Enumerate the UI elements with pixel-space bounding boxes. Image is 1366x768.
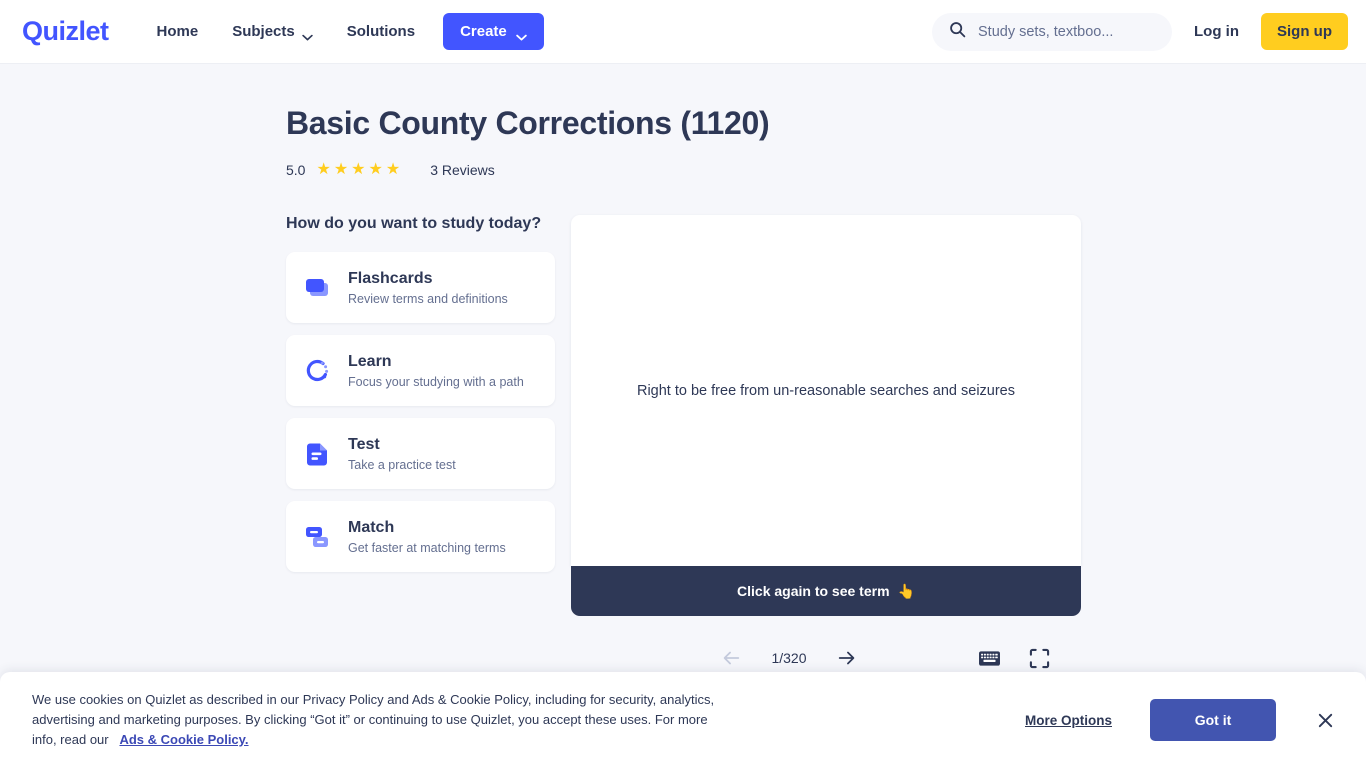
header-actions: Study sets, textboo... Log in Sign up: [932, 12, 1348, 51]
nav-item-solutions[interactable]: Solutions: [333, 14, 429, 49]
login-button[interactable]: Log in: [1194, 23, 1239, 40]
flip-hint-label: Click again to see term: [737, 583, 890, 600]
nav-item-label: Subjects: [232, 23, 295, 40]
fullscreen-icon[interactable]: [1027, 646, 1051, 670]
cookie-banner: We use cookies on Quizlet as described i…: [0, 672, 1366, 768]
create-button-label: Create: [460, 23, 507, 40]
study-modes-column: How do you want to study today? Flashcar…: [286, 215, 555, 676]
study-mode-text: Test Take a practice test: [348, 435, 456, 472]
search-input[interactable]: Study sets, textboo...: [932, 12, 1172, 51]
ads-cookie-policy-link[interactable]: Ads & Cookie Policy.: [119, 732, 248, 747]
set-content: Basic County Corrections (1120) 5.0 ★ ★ …: [0, 64, 1366, 676]
study-mode-title: Match: [348, 519, 395, 537]
got-it-button[interactable]: Got it: [1150, 699, 1276, 741]
star-icon: ★: [385, 161, 401, 179]
next-card-button[interactable]: [832, 643, 862, 673]
nav-item-label: Home: [156, 23, 199, 40]
keyboard-icon[interactable]: [977, 646, 1001, 670]
signup-button[interactable]: Sign up: [1261, 13, 1348, 50]
flashcard-pagination: 1/320: [716, 643, 862, 673]
pointing-up-icon: 👆: [897, 582, 915, 599]
close-icon[interactable]: [1314, 709, 1336, 731]
study-mode-subtitle: Get faster at matching terms: [348, 541, 506, 556]
flashcard-tools: [977, 646, 1051, 670]
study-mode-learn[interactable]: Learn Focus your studying with a path: [286, 335, 555, 407]
study-mode-flashcards[interactable]: Flashcards Review terms and definitions: [286, 252, 555, 324]
star-icon: ★: [351, 161, 366, 179]
reviews-link[interactable]: 3 Reviews: [430, 162, 495, 178]
quizlet-logo[interactable]: Quizlet: [22, 16, 109, 47]
cookie-banner-actions: More Options Got it: [1025, 699, 1336, 741]
cookie-banner-text: We use cookies on Quizlet as described i…: [32, 690, 732, 750]
nav-item-subjects[interactable]: Subjects: [218, 14, 327, 49]
study-mode-text: Match Get faster at matching terms: [348, 518, 506, 555]
star-icon: ★: [333, 161, 349, 179]
nav-item-home[interactable]: Home: [143, 14, 213, 49]
flashcard-column: Right to be free from un-reasonable sear…: [571, 215, 1081, 676]
study-mode-title: Test: [348, 436, 380, 454]
flashcard-flip-hint[interactable]: Click again to see term 👆: [571, 566, 1081, 617]
study-mode-test[interactable]: Test Take a practice test: [286, 418, 555, 490]
site-header: Quizlet Home Subjects Solutions Create S…: [0, 0, 1366, 64]
rating-row: 5.0 ★ ★ ★ ★ ★ 3 Reviews: [286, 162, 1366, 179]
star-icon: ★: [368, 161, 383, 179]
study-mode-text: Learn Focus your studying with a path: [348, 352, 524, 389]
search-placeholder: Study sets, textboo...: [978, 23, 1114, 40]
card-counter: 1/320: [771, 650, 807, 667]
flashcard-controls: 1/320: [571, 640, 1081, 676]
star-rating: ★ ★ ★ ★ ★: [316, 162, 400, 178]
study-mode-title: Learn: [348, 353, 392, 371]
flashcard[interactable]: Right to be free from un-reasonable sear…: [571, 215, 1081, 567]
chevron-down-icon: [516, 28, 527, 41]
search-icon: [949, 21, 966, 43]
page-title: Basic County Corrections (1120): [286, 105, 770, 141]
main-nav: Home Subjects Solutions Create: [143, 13, 544, 50]
study-heading: How do you want to study today?: [286, 215, 542, 233]
create-button[interactable]: Create: [443, 13, 544, 50]
flashcard-text: Right to be free from un-reasonable sear…: [636, 382, 1015, 399]
flashcards-icon: [302, 273, 332, 303]
study-mode-subtitle: Review terms and definitions: [348, 292, 508, 307]
nav-item-label: Solutions: [346, 23, 416, 40]
study-mode-text: Flashcards Review terms and definitions: [348, 269, 508, 306]
page-body: Basic County Corrections (1120) 5.0 ★ ★ …: [0, 64, 1366, 768]
prev-card-button[interactable]: [716, 643, 746, 673]
study-mode-subtitle: Focus your studying with a path: [348, 375, 524, 390]
study-area: How do you want to study today? Flashcar…: [286, 215, 1366, 676]
rating-value: 5.0: [286, 162, 306, 179]
study-mode-subtitle: Take a practice test: [348, 458, 456, 473]
test-icon: [302, 439, 332, 469]
match-icon: [302, 522, 332, 552]
study-mode-title: Flashcards: [348, 270, 433, 288]
chevron-down-icon: [302, 28, 313, 41]
more-options-button[interactable]: More Options: [1025, 713, 1112, 728]
star-icon: ★: [316, 161, 331, 179]
learn-icon: [302, 356, 332, 386]
study-mode-match[interactable]: Match Get faster at matching terms: [286, 501, 555, 573]
